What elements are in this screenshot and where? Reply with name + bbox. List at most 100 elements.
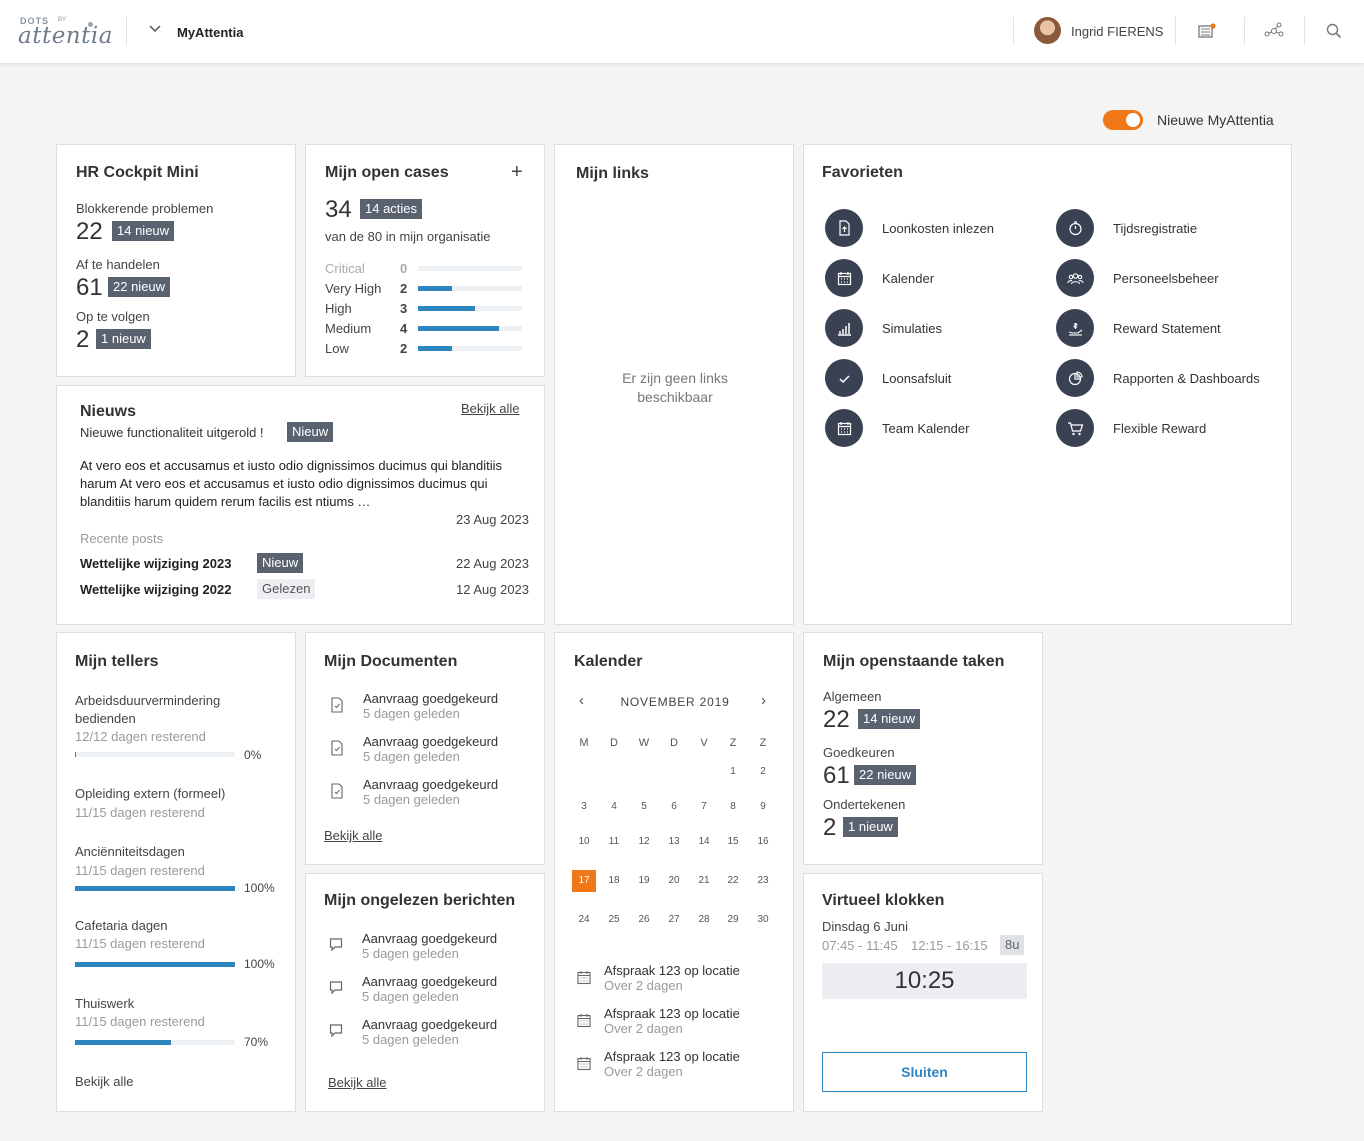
stat-value[interactable]: 22 (76, 218, 103, 246)
favorite-icon-button[interactable] (825, 359, 863, 397)
list-item-title[interactable]: Aanvraag goedgekeurd (363, 734, 498, 749)
attentia-logo[interactable]: DOTS BY attentia (18, 14, 113, 50)
new-badge: 22 nieuw (108, 277, 171, 297)
list-item-title[interactable]: Aanvraag goedgekeurd (362, 974, 497, 989)
calendar-day[interactable]: 27 (662, 909, 686, 931)
calendar-day[interactable]: 29 (721, 909, 745, 931)
favorite-icon-button[interactable] (1056, 409, 1094, 447)
calendar-day[interactable]: 4 (602, 796, 626, 818)
calendar-day[interactable]: 24 (572, 909, 596, 931)
favorite-label[interactable]: Rapporten & Dashboards (1113, 371, 1260, 386)
chevron-down-icon[interactable] (149, 25, 161, 33)
next-month-button[interactable]: › (761, 692, 766, 709)
calendar-day[interactable]: 21 (692, 870, 716, 892)
calendar-day[interactable]: 10 (572, 831, 596, 853)
event-title[interactable]: Afspraak 123 op locatie (604, 963, 740, 978)
close-button[interactable]: Sluiten (822, 1052, 1027, 1092)
calendar-day[interactable]: 8 (721, 796, 745, 818)
top-bar: DOTS BY attentia MyAttentia Ingrid FIERE… (0, 0, 1364, 63)
favorite-icon-button[interactable] (1056, 259, 1094, 297)
post-title[interactable]: Wettelijke wijziging 2023 (80, 556, 231, 571)
search-icon[interactable] (1326, 23, 1342, 39)
calendar-day[interactable]: 22 (721, 870, 745, 892)
toggle-label: Nieuwe MyAttentia (1157, 112, 1274, 128)
event-sub: Over 2 dagen (604, 1021, 683, 1036)
calendar-day[interactable]: 28 (692, 909, 716, 931)
favorite-label[interactable]: Loonkosten inlezen (882, 221, 994, 236)
task-value[interactable]: 22 (823, 706, 850, 734)
prev-month-button[interactable]: ‹ (579, 692, 584, 709)
calendar-day[interactable]: 7 (692, 796, 716, 818)
calendar-day[interactable]: 9 (751, 796, 775, 818)
calendar-day-selected[interactable]: 17 (572, 870, 596, 892)
favorite-icon-button[interactable] (1056, 359, 1094, 397)
favorite-icon-button[interactable] (1056, 309, 1094, 347)
calendar-day[interactable]: 25 (602, 909, 626, 931)
favorite-label[interactable]: Reward Statement (1113, 321, 1221, 336)
favorite-icon-button[interactable] (825, 209, 863, 247)
card-title: Mijn tellers (75, 653, 159, 670)
view-all-documents-link[interactable]: Bekijk alle (324, 828, 383, 843)
add-case-button[interactable]: + (511, 161, 523, 184)
event-title[interactable]: Afspraak 123 op locatie (604, 1006, 740, 1021)
calendar-day[interactable]: 2 (751, 761, 775, 783)
news-headline[interactable]: Nieuwe functionaliteit uitgerold ! (80, 425, 264, 440)
calendar-day[interactable]: 15 (721, 831, 745, 853)
list-item-title[interactable]: Aanvraag goedgekeurd (362, 1017, 497, 1032)
favorite-icon-button[interactable] (825, 309, 863, 347)
counter-pct: 70% (244, 1035, 269, 1049)
event-sub: Over 2 dagen (604, 1064, 683, 1079)
calendar-day[interactable]: 20 (662, 870, 686, 892)
view-all-messages-link[interactable]: Bekijk alle (328, 1075, 387, 1090)
favorite-label[interactable]: Simulaties (882, 321, 942, 336)
user-name[interactable]: Ingrid FIERENS (1071, 24, 1163, 39)
post-title[interactable]: Wettelijke wijziging 2022 (80, 582, 231, 597)
app-name[interactable]: MyAttentia (177, 25, 243, 40)
calendar-day[interactable]: 6 (662, 796, 686, 818)
list-item-title[interactable]: Aanvraag goedgekeurd (362, 931, 497, 946)
calendar-day[interactable]: 5 (632, 796, 656, 818)
calendar-day[interactable]: 19 (632, 870, 656, 892)
calendar-day[interactable]: 14 (692, 831, 716, 853)
stat-value[interactable]: 2 (76, 326, 89, 354)
favorite-label[interactable]: Tijdsregistratie (1113, 221, 1197, 236)
logo-word: attentia (18, 23, 113, 49)
new-myattentia-toggle[interactable] (1103, 110, 1143, 130)
favorite-label[interactable]: Personeelsbeheer (1113, 271, 1219, 286)
avatar[interactable] (1034, 17, 1061, 44)
calendar-day[interactable]: 13 (662, 831, 686, 853)
case-severity-label: High (325, 301, 352, 316)
favorite-icon-button[interactable] (825, 259, 863, 297)
network-icon[interactable] (1264, 22, 1284, 40)
calendar-day[interactable]: 26 (632, 909, 656, 931)
people-icon (1066, 272, 1084, 284)
notifications-icon[interactable] (1198, 23, 1216, 39)
calendar-day[interactable]: 23 (751, 870, 775, 892)
calendar-day[interactable]: 1 (721, 761, 745, 783)
calendar-day[interactable]: 11 (602, 831, 626, 853)
calendar-day[interactable]: 16 (751, 831, 775, 853)
task-value[interactable]: 61 (823, 762, 850, 790)
counter-label: Cafetaria dagen (75, 918, 168, 933)
view-all-news-link[interactable]: Bekijk alle (461, 401, 520, 416)
reward-hand-icon (1068, 322, 1082, 336)
view-all-counters-link[interactable]: Bekijk alle (75, 1074, 134, 1089)
stopwatch-icon (1068, 220, 1082, 235)
favorite-label[interactable]: Kalender (882, 271, 934, 286)
favorite-label[interactable]: Loonsafsluit (882, 371, 951, 386)
calendar-day[interactable]: 12 (632, 831, 656, 853)
stat-value[interactable]: 61 (76, 274, 103, 302)
favorite-icon-button[interactable] (1056, 209, 1094, 247)
calendar-day[interactable]: 3 (572, 796, 596, 818)
event-title[interactable]: Afspraak 123 op locatie (604, 1049, 740, 1064)
clock-slot: 07:45 - 11:45 (822, 938, 898, 953)
task-value[interactable]: 2 (823, 814, 836, 842)
list-item-title[interactable]: Aanvraag goedgekeurd (363, 777, 498, 792)
task-label: Goedkeuren (823, 745, 895, 760)
list-item-title[interactable]: Aanvraag goedgekeurd (363, 691, 498, 706)
favorite-icon-button[interactable] (825, 409, 863, 447)
favorite-label[interactable]: Team Kalender (882, 421, 969, 436)
calendar-day[interactable]: 18 (602, 870, 626, 892)
favorite-label[interactable]: Flexible Reward (1113, 421, 1206, 436)
calendar-day[interactable]: 30 (751, 909, 775, 931)
